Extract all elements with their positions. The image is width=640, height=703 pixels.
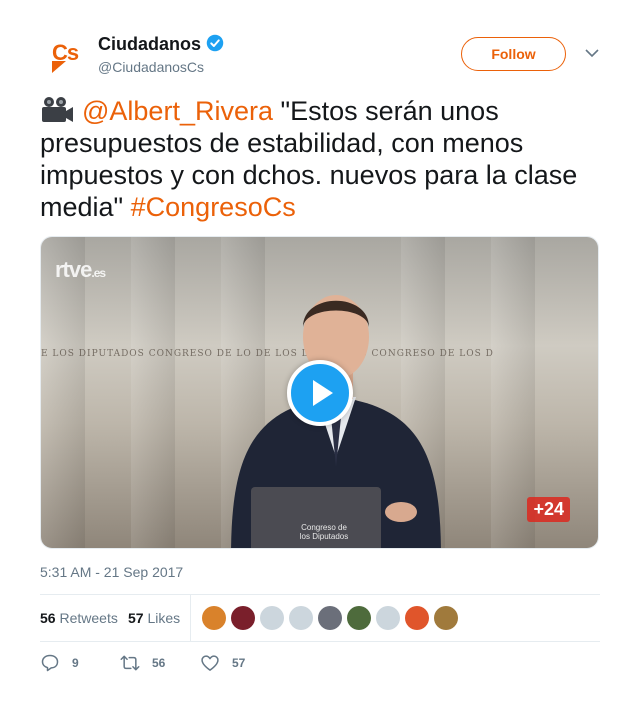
like-button[interactable]: 57 bbox=[200, 652, 245, 674]
liker-avatar[interactable] bbox=[318, 606, 342, 630]
hashtag-link[interactable]: #CongresoCs bbox=[131, 192, 296, 222]
account-name[interactable]: Ciudadanos bbox=[98, 34, 201, 55]
liker-avatar[interactable] bbox=[202, 606, 226, 630]
account-handle[interactable]: @CiudadanosCs bbox=[98, 59, 204, 75]
video-player[interactable]: E LOS DIPUTADOS CONGRESO DE LO DE LOS DI… bbox=[40, 236, 599, 549]
retweets-label: Retweets bbox=[59, 610, 118, 626]
retweet-count: 56 bbox=[152, 656, 166, 670]
liker-avatar[interactable] bbox=[434, 606, 458, 630]
reply-icon bbox=[41, 654, 59, 672]
liker-avatar[interactable] bbox=[376, 606, 400, 630]
chevron-down-icon[interactable] bbox=[585, 48, 599, 58]
liker-avatar[interactable] bbox=[289, 606, 313, 630]
tweet-header: Cs Ciudadanos @CiudadanosCs Follow bbox=[40, 30, 600, 82]
stats-divider bbox=[190, 595, 191, 641]
follow-button[interactable]: Follow bbox=[461, 37, 566, 71]
verified-badge-icon bbox=[206, 34, 224, 52]
liker-avatar[interactable] bbox=[231, 606, 255, 630]
tweet-timestamp[interactable]: 5:31 AM - 21 Sep 2017 bbox=[40, 564, 183, 580]
reply-count: 9 bbox=[72, 656, 79, 670]
channel-badge: +24 bbox=[527, 497, 570, 522]
retweet-icon bbox=[120, 655, 140, 671]
account-avatar[interactable]: Cs bbox=[40, 32, 90, 82]
likes-stat[interactable]: 57 Likes bbox=[128, 610, 180, 626]
mention-link[interactable]: @Albert_Rivera bbox=[82, 96, 273, 126]
liker-avatar[interactable] bbox=[347, 606, 371, 630]
retweets-count: 56 bbox=[40, 610, 56, 626]
like-count: 57 bbox=[232, 656, 246, 670]
retweets-stat[interactable]: 56 Retweets bbox=[40, 610, 118, 626]
broadcaster-logo: rtve.es bbox=[55, 257, 106, 282]
play-button[interactable] bbox=[287, 360, 353, 426]
movie-camera-icon bbox=[42, 97, 73, 122]
likes-label: Likes bbox=[147, 610, 181, 626]
liker-avatars bbox=[202, 606, 463, 630]
logo-triangle bbox=[52, 61, 66, 73]
likes-count: 57 bbox=[128, 610, 144, 626]
tweet-text: @Albert_Rivera "Estos serán unos presupu… bbox=[40, 95, 605, 223]
heart-icon bbox=[201, 655, 219, 671]
liker-avatar[interactable] bbox=[260, 606, 284, 630]
liker-avatar[interactable] bbox=[405, 606, 429, 630]
reply-button[interactable]: 9 bbox=[40, 652, 79, 674]
podium-label: Congreso de los Diputados bbox=[299, 523, 349, 541]
retweet-button[interactable]: 56 bbox=[120, 652, 165, 674]
play-icon bbox=[313, 380, 333, 406]
tweet-stats: 56 Retweets 57 Likes bbox=[40, 594, 600, 642]
